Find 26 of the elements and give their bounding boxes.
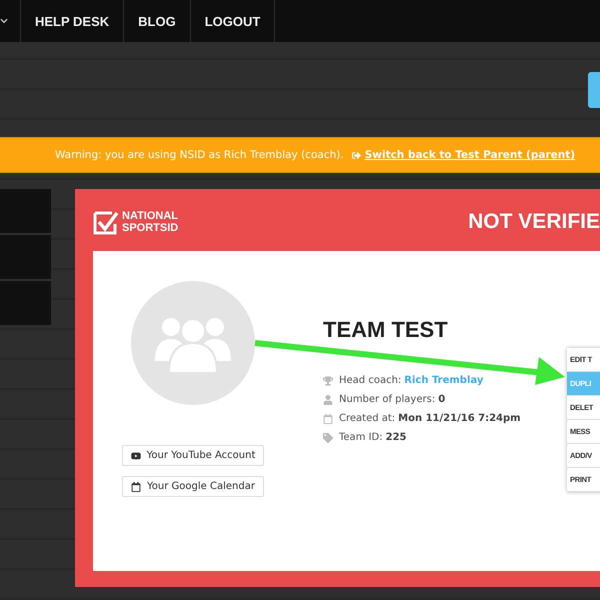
detail-text: Number of players: 0 [339,394,446,405]
account-button[interactable]: Your YouTube Account [122,445,264,466]
logo-text: NATIONAL SPORTSID [122,210,178,234]
nav-link[interactable]: BLOG [124,0,191,42]
detail-text: Head coach: Rich Tremblay [339,375,484,386]
team-title: TEAM TEST [323,317,449,343]
trophy-icon [323,376,333,386]
account-button[interactable]: Your Google Calendar [122,476,264,497]
calendar-icon [131,482,142,492]
user-icon [323,394,333,404]
nav-link[interactable]: HELP DESK [21,0,124,42]
action-button[interactable] [588,72,600,108]
tag-icon [323,432,333,442]
play-icon [130,450,141,460]
nav-link[interactable]: LOGOUT [190,0,276,42]
detail-text: Team ID: 225 [339,432,407,443]
calendar-icon [323,414,333,424]
sidebar-block [0,281,51,325]
sign-out-icon [352,150,361,160]
sidebar-block [0,235,51,279]
warning-text: Warning: you are using NSID as Rich Tremblay (coach). [54,149,344,161]
caret-icon[interactable] [0,17,8,25]
detail-text: Created at: Mon 11/21/16 7:24pm [339,413,521,424]
sidebar-block [0,189,51,233]
status-label: NOT VERIFIE [468,210,600,234]
checkbox-logo-icon [93,209,119,235]
